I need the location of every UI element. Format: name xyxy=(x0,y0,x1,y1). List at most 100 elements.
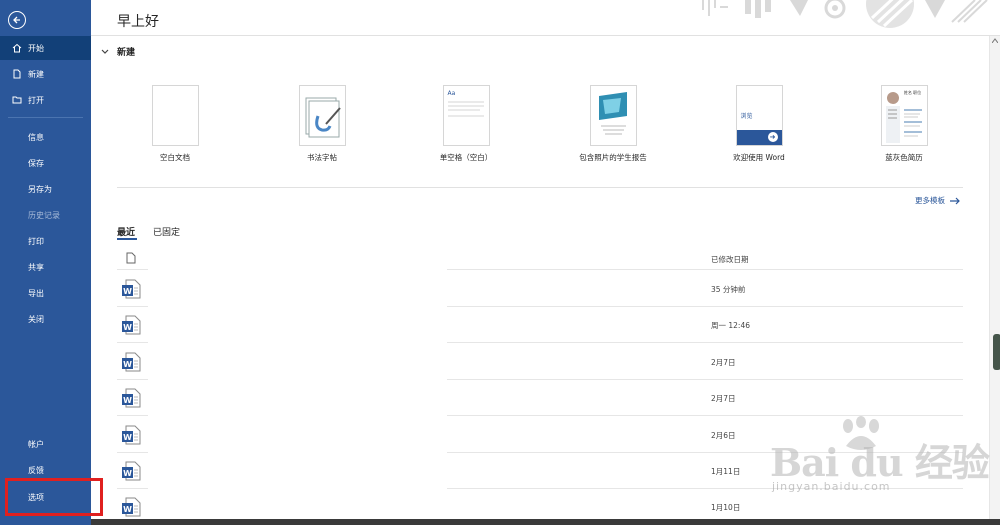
template-thumbnail xyxy=(151,85,199,146)
sidebar-item-label: 打印 xyxy=(28,236,44,246)
arrow-right-circle-icon: ➜ xyxy=(767,132,778,142)
file-modified-date: 1月10日 xyxy=(711,503,741,512)
svg-text:W: W xyxy=(123,323,132,332)
svg-text:W: W xyxy=(123,433,132,442)
tab-recent[interactable]: 最近 xyxy=(117,225,135,238)
template-thumb-text: 姓名 职位 xyxy=(903,90,922,95)
template-calligraphy[interactable]: 书法字帖 xyxy=(262,85,382,163)
sidebar-item-label: 关闭 xyxy=(28,314,44,324)
calligraphy-icon xyxy=(305,97,341,138)
baidu-watermark: Bai du 经验 jingyan.baidu.com xyxy=(770,416,995,506)
svg-text:W: W xyxy=(123,469,132,478)
template-thumb-text: Aa xyxy=(447,90,456,97)
sidebar-item-label: 保存 xyxy=(28,158,44,168)
template-thumbnail: 浏览 ➜ xyxy=(735,85,783,146)
word-file-icon: W xyxy=(120,460,142,482)
sidebar-item-label: 共享 xyxy=(28,262,44,272)
template-single-spaced[interactable]: Aa 单空格（空白） xyxy=(406,85,526,163)
header-decoration xyxy=(702,0,988,28)
sidebar-item-label: 新建 xyxy=(28,69,44,79)
file-modified-date: 2月6日 xyxy=(711,431,736,440)
sidebar-item-label: 反馈 xyxy=(28,465,44,475)
template-label: 欢迎使用 Word xyxy=(733,153,785,162)
svg-text:W: W xyxy=(123,360,132,369)
file-modified-date: 2月7日 xyxy=(711,394,736,403)
sidebar-item-account[interactable]: 帐户 xyxy=(0,432,91,456)
column-header-modified[interactable]: 已修改日期 xyxy=(711,254,749,265)
file-modified-date: 1月11日 xyxy=(711,467,741,476)
file-modified-date: 35 分钟前 xyxy=(711,285,746,294)
sidebar-item-share[interactable]: 共享 xyxy=(0,255,91,279)
sidebar-item-label: 另存为 xyxy=(28,184,52,194)
sidebar-item-home[interactable]: 开始 xyxy=(0,36,91,60)
template-blank-document[interactable]: 空白文档 xyxy=(115,85,235,163)
file-modified-date: 周一 12:46 xyxy=(711,321,750,330)
sidebar-item-label: 信息 xyxy=(28,132,44,142)
watermark-text: Bai du 经验 xyxy=(770,440,990,485)
template-label: 蓝灰色简历 xyxy=(885,153,923,162)
sidebar-item-label: 导出 xyxy=(28,288,44,298)
template-thumbnail: Aa xyxy=(442,85,490,146)
more-templates-label: 更多模板 xyxy=(915,196,945,205)
word-file-icon: W xyxy=(120,278,142,300)
new-section-title: 新建 xyxy=(117,48,136,58)
page-title: 早上好 xyxy=(117,14,159,30)
sidebar-item-save[interactable]: 保存 xyxy=(0,151,91,175)
sidebar-item-label: 历史记录 xyxy=(28,210,60,220)
sidebar-item-label: 打开 xyxy=(28,95,44,105)
sidebar-item-save-as[interactable]: 另存为 xyxy=(0,177,91,201)
chevron-down-icon xyxy=(101,49,109,55)
template-welcome-word[interactable]: 浏览 ➜ 欢迎使用 Word xyxy=(699,85,819,163)
template-resume[interactable]: 姓名 职位 蓝灰色简历 xyxy=(844,85,964,163)
sidebar-item-label: 帐户 xyxy=(28,439,44,449)
new-doc-icon xyxy=(12,69,22,79)
sidebar-item-print[interactable]: 打印 xyxy=(0,229,91,253)
template-thumb-text: 浏览 xyxy=(740,113,753,120)
scroll-up-icon xyxy=(992,38,998,43)
photo-report-graphic xyxy=(598,92,627,135)
sidebar-item-label: 开始 xyxy=(28,43,44,53)
word-file-icon: W xyxy=(120,424,142,446)
svg-text:W: W xyxy=(123,396,132,405)
template-label: 包含照片的学生报告 xyxy=(579,153,647,162)
template-label: 单空格（空白） xyxy=(439,153,493,162)
sidebar-divider xyxy=(8,117,83,118)
sidebar-item-open[interactable]: 打开 xyxy=(0,88,91,112)
sidebar-item-history: 历史记录 xyxy=(0,203,91,227)
file-modified-date: 2月7日 xyxy=(711,358,736,367)
sidebar-item-new[interactable]: 新建 xyxy=(0,62,91,86)
file-type-column-icon xyxy=(126,252,136,264)
more-templates-link[interactable]: 更多模板 xyxy=(915,195,961,206)
sidebar-item-close[interactable]: 关闭 xyxy=(0,307,91,331)
home-icon xyxy=(12,43,22,53)
sidebar-item-info[interactable]: 信息 xyxy=(0,125,91,149)
redacted-filenames-area xyxy=(148,250,447,520)
template-label: 书法字帖 xyxy=(307,153,337,162)
template-thumbnail: 姓名 职位 xyxy=(880,85,928,146)
section-divider xyxy=(117,187,963,188)
back-button[interactable] xyxy=(8,11,26,29)
tab-pinned[interactable]: 已固定 xyxy=(153,225,180,238)
scrollbar-thumb[interactable] xyxy=(993,334,1000,370)
backstage-sidebar: 开始 新建 打开 信息 保存 另存为 历史记录 打印 共享 导出 关闭 帐户 反… xyxy=(0,0,91,525)
word-file-icon: W xyxy=(120,314,142,336)
taskbar-edge xyxy=(91,519,1000,525)
word-file-icon: W xyxy=(120,387,142,409)
word-file-icon: W xyxy=(120,351,142,373)
header: 早上好 xyxy=(91,0,1000,36)
template-thumbnail xyxy=(589,85,637,146)
template-thumbnail xyxy=(298,85,346,146)
folder-icon xyxy=(12,95,22,105)
sidebar-item-export[interactable]: 导出 xyxy=(0,281,91,305)
arrow-right-icon xyxy=(950,197,960,204)
tab-active-indicator xyxy=(117,238,137,240)
new-section-header[interactable]: 新建 xyxy=(101,45,135,58)
svg-text:W: W xyxy=(123,505,132,514)
arrow-left-icon xyxy=(13,16,20,24)
options-highlight-box xyxy=(5,478,103,516)
svg-text:W: W xyxy=(123,287,132,296)
word-file-icon: W xyxy=(120,496,142,518)
watermark-url: jingyan.baidu.com xyxy=(772,480,891,493)
template-student-report[interactable]: 包含照片的学生报告 xyxy=(553,85,673,163)
template-label: 空白文档 xyxy=(160,153,190,162)
